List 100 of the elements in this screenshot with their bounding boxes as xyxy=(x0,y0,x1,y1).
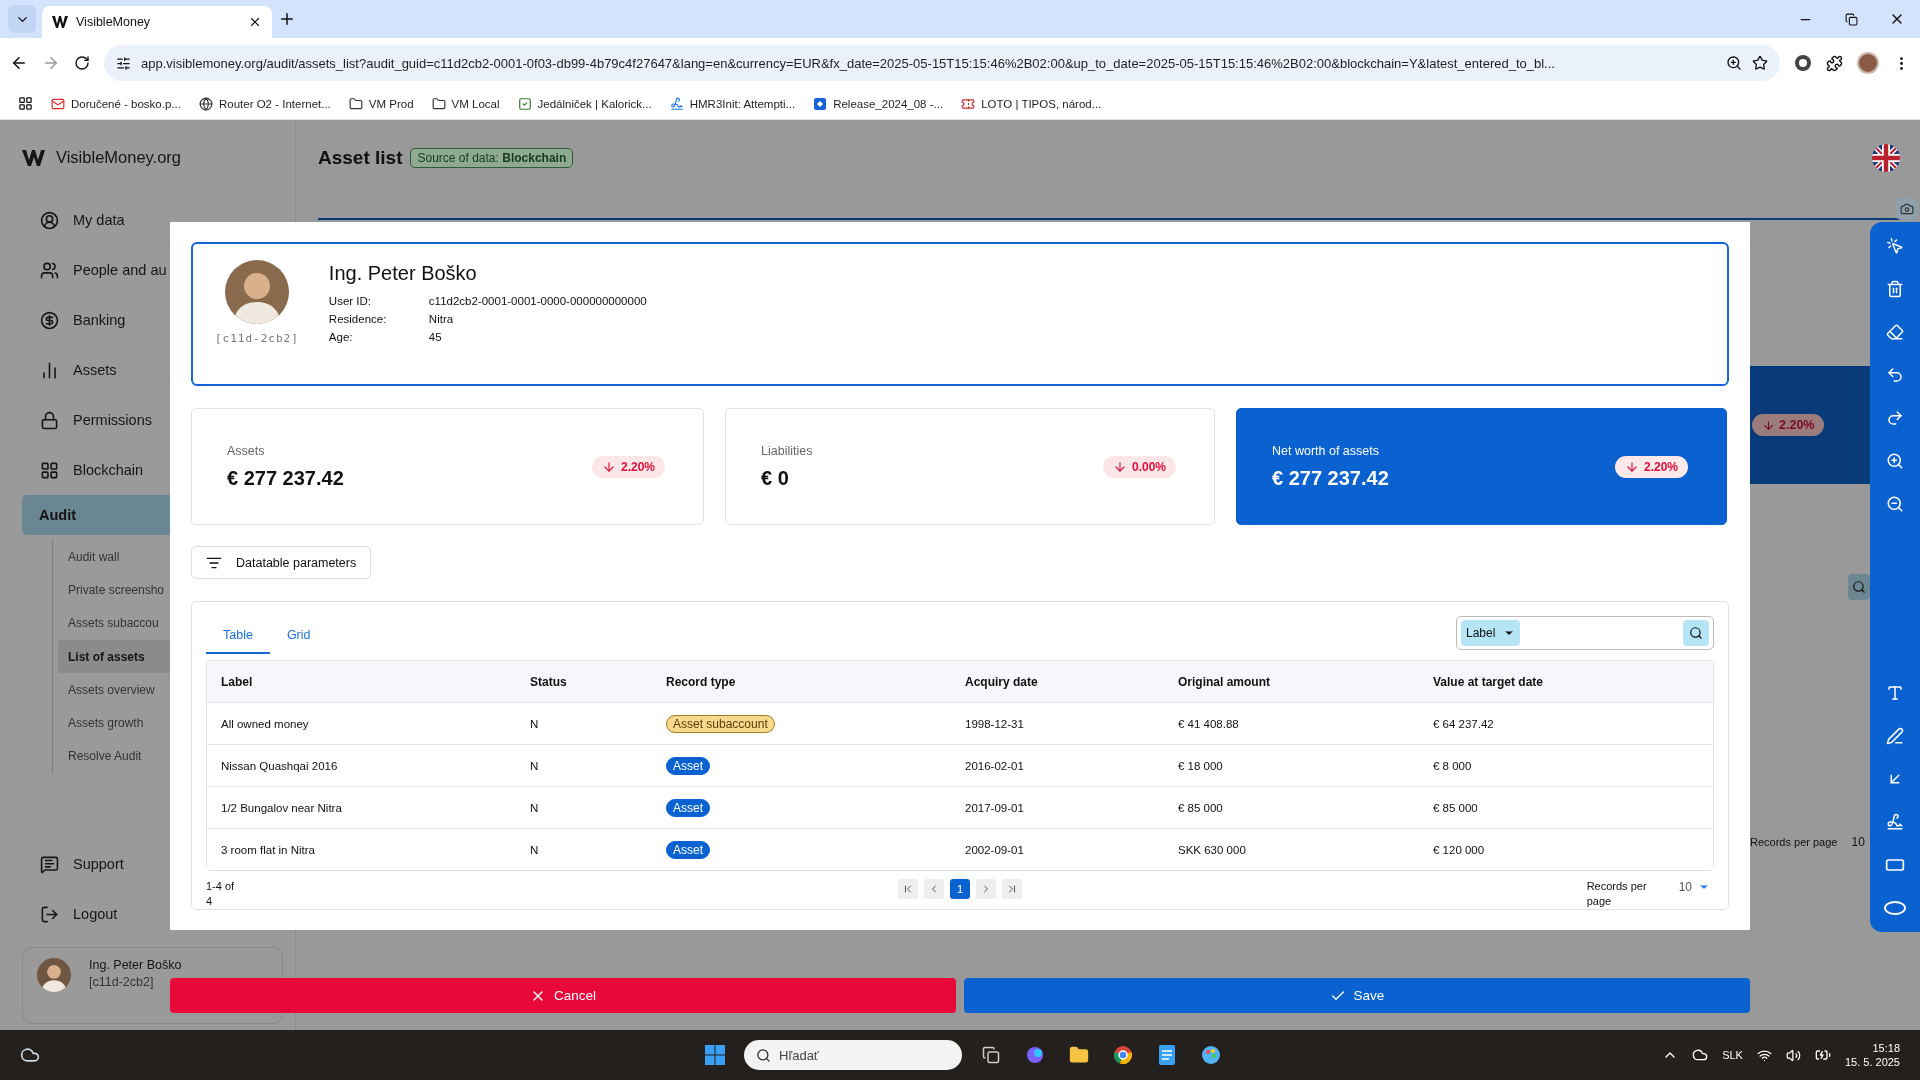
reload-icon[interactable] xyxy=(74,55,90,71)
eraser-icon[interactable] xyxy=(1886,323,1904,341)
nav-item[interactable]: Permissions xyxy=(22,395,281,445)
signature-icon[interactable] xyxy=(1886,813,1904,831)
checkbox-icon xyxy=(517,96,532,111)
table-cell-text: 1998-12-31 xyxy=(965,717,1025,730)
search-icon[interactable] xyxy=(1852,580,1866,594)
parameters-button[interactable]: Datatable parameters xyxy=(191,546,372,579)
start-icon[interactable] xyxy=(705,1045,725,1065)
brand-name: VisibleMoney.org xyxy=(56,148,182,167)
user-name: Ing. Peter Boško xyxy=(328,262,478,285)
search-field[interactable]: Label xyxy=(1456,616,1714,650)
filter-dropdown[interactable]: Label xyxy=(1461,620,1521,646)
bookmark-link[interactable]: HMR3Init: Attempti... xyxy=(669,96,796,111)
paint-icon[interactable] xyxy=(1201,1045,1221,1065)
zoom-icon[interactable] xyxy=(1726,55,1742,71)
arrow-down-icon xyxy=(1624,459,1639,474)
notepad-icon[interactable] xyxy=(1159,1045,1175,1065)
close-icon[interactable] xyxy=(248,15,262,29)
new-tab-icon[interactable] xyxy=(278,10,296,28)
view-tab[interactable]: Grid xyxy=(269,618,328,654)
text-icon[interactable] xyxy=(1886,684,1904,702)
restore-icon[interactable] xyxy=(1844,12,1858,26)
ellipse-icon[interactable] xyxy=(1884,901,1906,915)
cloud-icon[interactable] xyxy=(1692,1047,1709,1063)
zoom-in-icon[interactable] xyxy=(1886,452,1904,470)
redo-icon[interactable] xyxy=(1886,409,1904,427)
search-icon xyxy=(1689,626,1703,640)
table-cell-text: 2016-02-01 xyxy=(965,759,1025,772)
record-type-tag: Asset xyxy=(666,840,710,859)
apps-icon[interactable] xyxy=(18,96,33,111)
records-select[interactable]: 10 xyxy=(1851,835,1865,849)
change-badge: 0.00% xyxy=(1102,455,1176,478)
globe-icon xyxy=(198,96,213,111)
arrow-down-icon xyxy=(601,459,616,474)
grid-icon xyxy=(40,460,59,480)
volume-icon[interactable] xyxy=(1785,1047,1801,1063)
search-icon xyxy=(756,1047,771,1063)
page-button[interactable]: 1 xyxy=(950,879,970,899)
table-cell-text: € 85 000 xyxy=(1433,801,1479,814)
table-cell-text: € 8 000 xyxy=(1433,759,1473,772)
save-button[interactable]: Save xyxy=(964,978,1750,1013)
weather-icon[interactable] xyxy=(20,1045,40,1065)
bookmark-link[interactable]: Release_2024_08 -... xyxy=(813,96,944,111)
ticket-icon xyxy=(961,96,976,111)
nav-item[interactable]: Assets xyxy=(22,345,281,395)
bookmark-star-icon[interactable] xyxy=(1752,55,1768,71)
bookmark-link[interactable]: LOTO | TIPOS, národ... xyxy=(961,96,1102,111)
stat-value: € 0 xyxy=(761,466,790,490)
site-settings-icon[interactable] xyxy=(116,55,131,71)
search-button[interactable] xyxy=(1683,620,1709,646)
folder-icon xyxy=(431,96,446,111)
browser-icon[interactable] xyxy=(1113,1045,1133,1065)
wifi-icon[interactable] xyxy=(1756,1047,1772,1063)
profile-avatar[interactable] xyxy=(1857,52,1879,74)
pen-icon[interactable] xyxy=(1886,727,1904,745)
lock-icon xyxy=(40,410,59,430)
stat-label: Liabilities xyxy=(761,443,813,458)
bookmark-link[interactable]: Jedálniček | Kalorick... xyxy=(517,96,652,111)
search-field[interactable]: Hľadať xyxy=(744,1040,962,1070)
user-name: Ing. Peter Boško xyxy=(89,958,182,972)
bookmark-link[interactable]: Doručené - bosko.p... xyxy=(51,96,181,111)
nav-item[interactable]: My data xyxy=(22,195,281,245)
cancel-button[interactable]: Cancel xyxy=(170,978,956,1013)
stat-value: € 277 237.42 xyxy=(227,466,344,490)
records-label: Records per page xyxy=(1586,879,1648,909)
undo-icon[interactable] xyxy=(1886,366,1904,384)
bookmark-link[interactable]: VM Local xyxy=(431,96,500,111)
field-label: User ID: xyxy=(328,295,373,307)
zoom-out-icon[interactable] xyxy=(1886,495,1904,513)
address-bar[interactable]: app.visiblemoney.org/audit/assets_list?audit_guid=c11d2cb2-0001-0f03-db99-4b79c4f27647&lang=en&currency=EUR&fx_date=2025-05-15T15:15:46%2B02:00&up_to_date=2025-05-15T15:15:46%2B02:00&blockchain=Y&latest_entered_to_bl... xyxy=(104,45,1780,81)
logout-icon xyxy=(40,904,59,924)
table-cell-text: € 18 000 xyxy=(1178,759,1224,772)
app-icon[interactable] xyxy=(1025,1045,1045,1065)
extensions-icon[interactable] xyxy=(1826,54,1843,72)
folder-icon[interactable] xyxy=(1069,1045,1089,1065)
arrow-down-icon xyxy=(1112,459,1127,474)
column-header: Original amount xyxy=(1178,674,1271,689)
bookmark-link[interactable]: Router O2 - Internet... xyxy=(198,96,331,111)
nav-item[interactable]: People and au xyxy=(22,245,281,295)
back-icon[interactable] xyxy=(10,54,28,72)
table-cell-text: 2002-09-01 xyxy=(965,843,1025,856)
flag-icon[interactable] xyxy=(1872,143,1900,172)
extension-icon[interactable] xyxy=(1794,54,1812,72)
trash-icon[interactable] xyxy=(1886,280,1904,298)
table-cell-text: SKK 630 000 xyxy=(1178,843,1247,856)
task-view-icon[interactable] xyxy=(982,1046,1000,1064)
forward-icon[interactable] xyxy=(42,54,60,72)
view-tab[interactable]: Table xyxy=(206,618,270,654)
table-cell-text: € 41 408.88 xyxy=(1178,717,1240,730)
records-select[interactable]: 10 xyxy=(1678,879,1710,894)
bookmark-link[interactable]: VM Prod xyxy=(348,96,414,111)
battery-icon[interactable] xyxy=(1814,1047,1831,1063)
language-indicator[interactable]: SLK xyxy=(1722,1049,1743,1061)
logo-icon xyxy=(22,149,46,166)
clock-date[interactable]: 15. 5. 2025 xyxy=(1844,1056,1900,1068)
camera-button[interactable] xyxy=(1896,198,1918,220)
clock-time[interactable]: 15:18 xyxy=(1872,1042,1900,1054)
browser-tab[interactable]: VisibleMoney xyxy=(42,6,272,38)
pointer-icon[interactable] xyxy=(1886,237,1904,255)
